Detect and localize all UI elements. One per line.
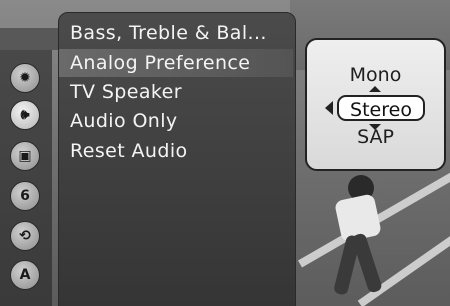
swap-icon[interactable]: ⟲ — [10, 221, 40, 251]
option-stereo-selected[interactable]: Stereo — [337, 95, 425, 121]
menu-item-tv-speaker[interactable]: TV Speaker — [59, 78, 293, 106]
menu-item-analog-preference[interactable]: Analog Preference — [59, 49, 293, 77]
tv-icon[interactable]: ▣ — [10, 141, 40, 171]
sun-icon[interactable]: ✹ — [10, 63, 40, 93]
arrow-up-icon[interactable] — [369, 86, 381, 92]
menu-item-reset-audio[interactable]: Reset Audio — [59, 137, 293, 165]
menu-category-rail: ✹ 🕪 ▣ 6 ⟲ A — [0, 28, 62, 306]
menu-item-bass-treble-balance[interactable]: Bass, Treble & Bal... — [59, 19, 293, 47]
av-icon[interactable]: A — [10, 260, 40, 290]
menu-item-audio-only[interactable]: Audio Only — [59, 107, 293, 135]
audio-menu: Bass, Treble & Bal... Analog Preference … — [58, 12, 296, 306]
player-figure — [318, 175, 388, 296]
lock-icon[interactable]: 6 — [10, 181, 40, 211]
analog-preference-selector: Mono Stereo SAP — [305, 38, 446, 171]
option-sap[interactable]: SAP — [307, 126, 444, 148]
arrow-left-icon[interactable] — [325, 101, 333, 115]
option-mono[interactable]: Mono — [307, 64, 444, 86]
speaker-icon[interactable]: 🕪 — [10, 100, 40, 130]
tv-screen: ✹ 🕪 ▣ 6 ⟲ A Bass, Treble & Bal... Analog… — [0, 0, 450, 306]
